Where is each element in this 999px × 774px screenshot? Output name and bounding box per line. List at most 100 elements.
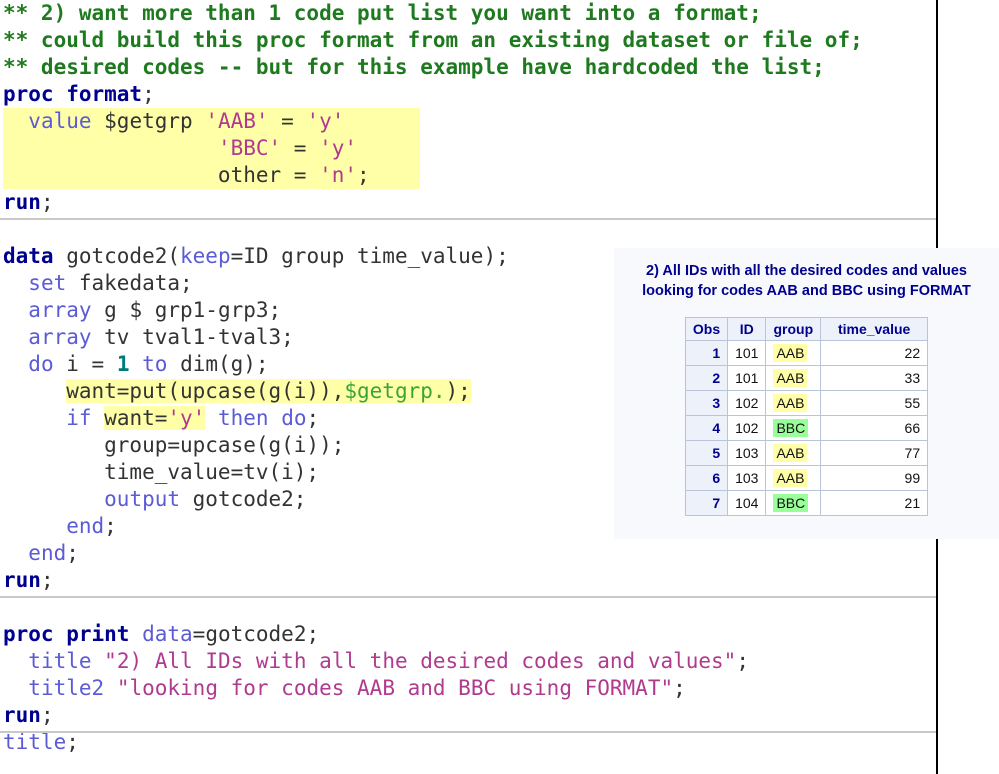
code-token: ;	[142, 82, 155, 106]
cell-group: AAB	[765, 465, 822, 491]
code-line-blank-1[interactable]	[0, 216, 936, 243]
code-token: ;	[66, 541, 79, 565]
code-line-value-line-1[interactable]: value $getgrp 'AAB' = 'y'	[0, 108, 936, 135]
code-token: keep	[180, 244, 231, 268]
cell-obs: 5	[684, 440, 729, 466]
table-row: 4 102 BBC 66	[684, 415, 929, 441]
cell-obs: 7	[684, 490, 729, 516]
cell-id: 101	[727, 365, 767, 391]
code-token: =	[281, 136, 320, 160]
code-line-comment-3[interactable]: ** desired codes -- but for this example…	[0, 54, 936, 81]
code-token: 1	[116, 352, 130, 376]
cell-group: BBC	[765, 490, 822, 516]
code-line-blank-2[interactable]	[0, 594, 936, 621]
code-token: gotcode2(	[53, 244, 181, 268]
code-token: tv tval1-tval3;	[91, 325, 294, 349]
cell-time-value: 77	[820, 440, 929, 466]
code-token: end	[66, 514, 105, 538]
code-token: i =	[53, 352, 117, 376]
cell-id: 103	[727, 465, 767, 491]
code-line-run-3[interactable]: run;	[0, 702, 936, 729]
group-code-highlight: BBC	[773, 419, 809, 437]
cell-group: AAB	[765, 390, 822, 416]
proc-print-output-overlay: 2) All IDs with all the desired codes an…	[614, 248, 999, 539]
code-token: dim(g);	[167, 352, 269, 376]
code-token: run	[3, 190, 41, 214]
section-separator	[0, 596, 936, 598]
code-token: title	[3, 730, 67, 754]
code-token: ;	[40, 190, 54, 214]
highlight-pad	[357, 136, 420, 160]
code-line-title-1[interactable]: title "2) All IDs with all the desired c…	[0, 648, 936, 675]
cell-obs: 4	[684, 415, 729, 441]
code-token: 'y'	[319, 136, 358, 160]
group-code-highlight: AAB	[773, 344, 808, 362]
column-header-obs: Obs	[684, 317, 729, 341]
output-title-line-1: 2) All IDs with all the desired codes an…	[646, 263, 967, 279]
code-token: array	[28, 298, 92, 322]
code-line-title-clear[interactable]: title;	[0, 729, 936, 756]
code-token: ;	[66, 730, 79, 754]
code-token: time_value=tv(i);	[3, 460, 320, 484]
code-line-value-line-3[interactable]: other = 'n';	[0, 162, 936, 189]
code-line-run-1[interactable]: run;	[0, 189, 936, 216]
code-line-proc-print[interactable]: proc print data=gotcode2;	[0, 621, 936, 648]
code-token: ** desired codes -- but for this example…	[3, 55, 825, 79]
group-code-highlight: AAB	[773, 469, 808, 487]
code-token: =ID group time_value);	[230, 244, 509, 268]
table-body: 1 101 AAB 22 2 101 AAB 33 3 102 AAB 55 4 102 BBC 66 5 103…	[684, 340, 929, 516]
code-token: "2) All IDs with all the desired codes a…	[104, 649, 737, 673]
code-token: fakedata;	[66, 271, 193, 295]
highlighted-code-token: 'y'	[167, 406, 206, 430]
table-row: 3 102 AAB 55	[684, 390, 929, 416]
code-token: to	[142, 352, 168, 376]
cell-time-value: 66	[820, 415, 929, 441]
code-token: g $ grp1-grp3;	[91, 298, 282, 322]
code-token: other =	[3, 163, 320, 187]
cell-id: 102	[727, 415, 767, 441]
code-token: end	[28, 541, 67, 565]
code-line-comment-2[interactable]: ** could build this proc format from an …	[0, 27, 936, 54]
highlighted-code-span: value $getgrp 'AAB' = 'y'	[3, 108, 421, 135]
highlighted-code-span: other = 'n';	[3, 162, 421, 189]
code-token: if	[66, 406, 92, 430]
code-token: proc format	[3, 82, 143, 106]
section-separator	[0, 731, 936, 733]
table-row: 7 104 BBC 21	[684, 490, 929, 516]
column-header-time_value: time_value	[820, 317, 929, 341]
cell-obs: 1	[684, 340, 729, 366]
group-code-highlight: AAB	[773, 394, 808, 412]
output-table: Obs ID group time_value 1 101 AAB 22 2 101 AAB 33 3…	[684, 317, 929, 516]
code-token: 'BBC'	[217, 136, 282, 160]
code-line-value-line-2[interactable]: 'BBC' = 'y'	[0, 135, 936, 162]
cell-id: 103	[727, 440, 767, 466]
code-token: gotcode2;	[180, 487, 307, 511]
cell-time-value: 33	[820, 365, 929, 391]
code-line-comment-1[interactable]: ** 2) want more than 1 code put list you…	[0, 0, 936, 27]
code-line-run-2[interactable]: run;	[0, 567, 936, 594]
cell-time-value: 99	[820, 465, 929, 491]
code-token: ;	[673, 676, 686, 700]
table-row: 5 103 AAB 77	[684, 440, 929, 466]
code-line-proc-format[interactable]: proc format;	[0, 81, 936, 108]
code-line-title-2[interactable]: title2 "looking for codes AAB and BBC us…	[0, 675, 936, 702]
code-line-end-outer[interactable]: end;	[0, 540, 936, 567]
highlight-pad	[344, 109, 420, 133]
highlighted-code-token: $getgrp.	[344, 379, 446, 403]
cell-obs: 3	[684, 390, 729, 416]
output-title-line-2: looking for codes AAB and BBC using FORM…	[642, 283, 971, 299]
